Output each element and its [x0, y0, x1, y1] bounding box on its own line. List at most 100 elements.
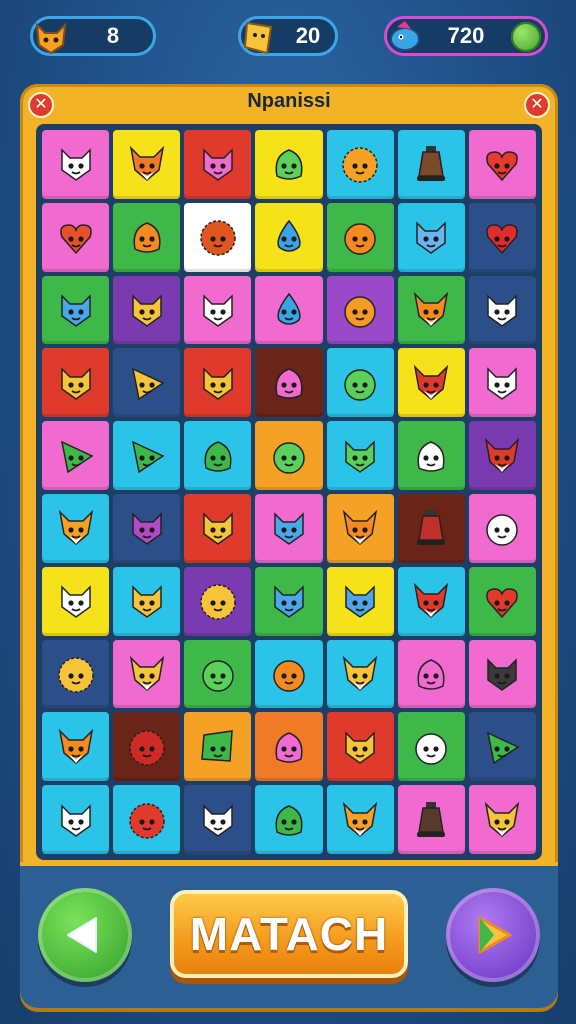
- tile-round[interactable]: [326, 202, 394, 272]
- tile-lion[interactable]: [184, 202, 252, 272]
- tile-lion[interactable]: [42, 639, 110, 709]
- tile-tri[interactable]: [468, 712, 536, 782]
- tile-cat[interactable]: [184, 785, 252, 854]
- tile-cat[interactable]: [42, 275, 110, 345]
- tile-cat[interactable]: [42, 785, 110, 854]
- tile-blob[interactable]: [255, 712, 323, 782]
- tile-round[interactable]: [255, 639, 323, 709]
- tile-cat[interactable]: [255, 494, 323, 563]
- tile-round[interactable]: [326, 275, 394, 345]
- tile-fox[interactable]: [326, 494, 394, 563]
- cat-icon: [60, 148, 91, 182]
- tile-cat[interactable]: [184, 130, 252, 199]
- tile-fox[interactable]: [326, 785, 394, 854]
- tile-blob[interactable]: [397, 639, 465, 709]
- tile-fox[interactable]: [326, 639, 394, 709]
- round-icon: [415, 733, 448, 765]
- fox-icon: [129, 146, 164, 182]
- fox-icon: [414, 364, 449, 400]
- tile-card[interactable]: [184, 712, 252, 782]
- tile-bell[interactable]: [397, 785, 465, 854]
- clover-icon[interactable]: [511, 22, 541, 52]
- tile-round[interactable]: [184, 639, 252, 709]
- tile-heart[interactable]: [468, 202, 536, 272]
- tile-heart[interactable]: [468, 566, 536, 636]
- tile-cat[interactable]: [42, 130, 110, 199]
- tile-blob[interactable]: [255, 785, 323, 854]
- tile-round[interactable]: [255, 421, 323, 490]
- heart-icon: [486, 151, 519, 182]
- tile-cat[interactable]: [184, 494, 252, 563]
- tri-icon: [487, 731, 520, 765]
- tile-cat[interactable]: [184, 348, 252, 418]
- tile-fox[interactable]: [397, 348, 465, 418]
- tile-cat[interactable]: [42, 566, 110, 636]
- coin-count: 720: [447, 23, 485, 48]
- tile-cat[interactable]: [326, 712, 394, 782]
- tile-round[interactable]: [326, 348, 394, 418]
- next-button[interactable]: [446, 888, 540, 982]
- tri-icon: [131, 440, 165, 473]
- tile-cat[interactable]: [326, 421, 394, 490]
- blob-icon: [133, 222, 161, 253]
- tile-blob[interactable]: [255, 130, 323, 199]
- tile-fox[interactable]: [397, 566, 465, 636]
- cat-icon: [60, 803, 91, 837]
- tile-cat[interactable]: [468, 639, 536, 709]
- tile-blob[interactable]: [113, 202, 181, 272]
- tile-bell[interactable]: [397, 130, 465, 199]
- close-button-right[interactable]: ✕: [524, 92, 550, 118]
- match-button[interactable]: MATACH: [170, 890, 408, 978]
- cat-icon: [203, 803, 233, 837]
- fox-icon: [58, 510, 93, 546]
- tile-heart[interactable]: [468, 130, 536, 199]
- fox-icon: [485, 801, 520, 837]
- tile-cat[interactable]: [42, 348, 110, 418]
- cat-icon: [274, 512, 304, 546]
- tile-drop[interactable]: [255, 202, 323, 272]
- tile-cat[interactable]: [113, 275, 181, 345]
- tile-blob[interactable]: [397, 421, 465, 490]
- tile-cat[interactable]: [113, 566, 181, 636]
- tile-tri[interactable]: [113, 348, 181, 418]
- cat-icon: [487, 366, 518, 400]
- previous-button[interactable]: [38, 888, 132, 982]
- tile-heart[interactable]: [42, 202, 110, 272]
- heart-icon: [486, 224, 519, 255]
- tile-tri[interactable]: [113, 421, 181, 490]
- tile-fox[interactable]: [468, 421, 536, 490]
- lion-icon: [200, 584, 236, 620]
- fox-icon: [29, 15, 73, 59]
- tile-fox[interactable]: [397, 275, 465, 345]
- tile-lion[interactable]: [326, 130, 394, 199]
- tile-fox[interactable]: [42, 494, 110, 563]
- fox-icon: [485, 437, 520, 473]
- tile-fox[interactable]: [113, 130, 181, 199]
- tile-cat[interactable]: [468, 348, 536, 418]
- tile-round[interactable]: [468, 494, 536, 563]
- tile-cat[interactable]: [326, 566, 394, 636]
- tile-drop[interactable]: [255, 275, 323, 345]
- blob-icon: [275, 731, 303, 763]
- tile-blob[interactable]: [255, 348, 323, 418]
- tile-round[interactable]: [397, 712, 465, 782]
- blob-icon: [417, 440, 445, 472]
- tile-cat[interactable]: [255, 566, 323, 636]
- tile-fox[interactable]: [468, 785, 536, 854]
- tile-fox[interactable]: [42, 712, 110, 782]
- bell-icon: [417, 146, 446, 182]
- tile-fox[interactable]: [113, 639, 181, 709]
- tile-cat[interactable]: [397, 202, 465, 272]
- cards-count: 20: [295, 23, 321, 48]
- tile-tri[interactable]: [42, 421, 110, 490]
- tile-bell[interactable]: [397, 494, 465, 563]
- cat-icon: [416, 221, 447, 255]
- blob-icon: [275, 804, 303, 836]
- tile-lion[interactable]: [184, 566, 252, 636]
- tile-blob[interactable]: [184, 421, 252, 490]
- tile-cat[interactable]: [184, 275, 252, 345]
- tile-lion[interactable]: [113, 712, 181, 782]
- tile-cat[interactable]: [468, 275, 536, 345]
- tile-lion[interactable]: [113, 785, 181, 854]
- tile-cat[interactable]: [113, 494, 181, 563]
